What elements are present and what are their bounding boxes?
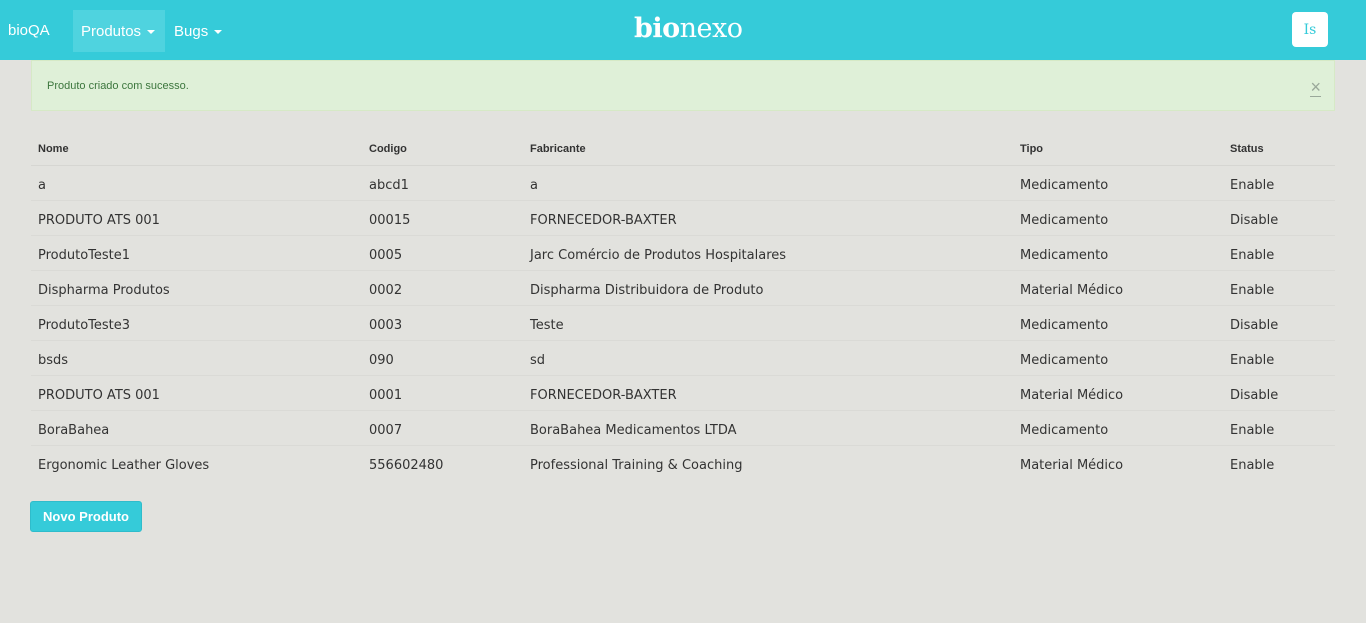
nav-bugs-dropdown[interactable]: Bugs [165, 10, 235, 52]
cell-codigo: 090 [369, 353, 394, 368]
cell-codigo: 0003 [369, 318, 403, 333]
caret-down-icon [147, 30, 156, 34]
cell-nome: Ergonomic Leather Gloves [38, 458, 210, 473]
header-tipo: Tipo [1020, 143, 1044, 155]
cell-codigo: 0007 [369, 423, 403, 438]
top-navbar: bioQA Produtos Bugs bionexo Is [0, 0, 1366, 60]
cell-codigo: abcd1 [369, 178, 409, 193]
cell-tipo: Medicamento [1020, 248, 1109, 263]
cell-fabricante: Jarc Comércio de Produtos Hospitalares [530, 248, 787, 263]
success-alert: Produto criado com sucesso. × [31, 60, 1335, 111]
close-icon[interactable]: × [1310, 78, 1321, 97]
brand-link[interactable]: bioQA [8, 22, 50, 39]
cell-codigo: 0002 [369, 283, 403, 298]
table-row[interactable]: Dispharma Produtos 0002 Dispharma Distri… [31, 271, 1335, 306]
cell-fabricante: BoraBahea Medicamentos LTDA [530, 423, 737, 438]
cell-fabricante: Teste [530, 318, 564, 333]
cell-nome: PRODUTO ATS 001 [38, 388, 160, 403]
cell-status: Disable [1230, 388, 1279, 403]
cell-status: Enable [1230, 423, 1275, 438]
cell-nome: BoraBahea [38, 423, 110, 438]
cell-fabricante: Professional Training & Coaching [530, 458, 743, 473]
nav-bugs-label: Bugs [174, 22, 209, 40]
cell-fabricante: sd [530, 353, 546, 368]
table-row[interactable]: PRODUTO ATS 001 00015 FORNECEDOR-BAXTER … [31, 201, 1335, 236]
cell-codigo: 0001 [369, 388, 403, 403]
cell-status: Enable [1230, 178, 1275, 193]
cell-fabricante: FORNECEDOR-BAXTER [530, 213, 677, 228]
nav-produtos-dropdown[interactable]: Produtos [73, 10, 165, 52]
header-fabricante: Fabricante [530, 143, 586, 155]
bionexo-logo: bionexo [634, 13, 743, 44]
cell-fabricante: Dispharma Distribuidora de Produto [530, 283, 764, 298]
table-row[interactable]: PRODUTO ATS 001 0001 FORNECEDOR-BAXTER M… [31, 376, 1335, 411]
table-header: Nome Codigo Fabricante Tipo Status [31, 132, 1335, 166]
logo-light-part: nexo [679, 13, 743, 44]
cell-status: Disable [1230, 318, 1279, 333]
cell-status: Enable [1230, 248, 1275, 263]
cell-fabricante: a [530, 178, 538, 193]
cell-tipo: Medicamento [1020, 178, 1109, 193]
cell-nome: ProdutoTeste1 [38, 248, 131, 263]
cell-codigo: 00015 [369, 213, 411, 228]
cell-nome: bsds [38, 353, 69, 368]
logo-bold-part: bio [634, 13, 680, 44]
table-row[interactable]: BoraBahea 0007 BoraBahea Medicamentos LT… [31, 411, 1335, 446]
header-status: Status [1230, 143, 1264, 155]
cell-nome: PRODUTO ATS 001 [38, 213, 160, 228]
table-row[interactable]: ProdutoTeste3 0003 Teste Medicamento Dis… [31, 306, 1335, 341]
cell-tipo: Medicamento [1020, 423, 1109, 438]
products-table: Nome Codigo Fabricante Tipo Status a abc… [31, 132, 1335, 481]
cell-tipo: Medicamento [1020, 353, 1109, 368]
caret-down-icon [214, 30, 223, 34]
nav-produtos-label: Produtos [81, 22, 142, 40]
cell-tipo: Medicamento [1020, 318, 1109, 333]
cell-nome: Dispharma Produtos [38, 283, 170, 298]
table-row[interactable]: a abcd1 a Medicamento Enable [31, 166, 1335, 201]
cell-status: Enable [1230, 353, 1275, 368]
cell-status: Enable [1230, 283, 1275, 298]
header-codigo: Codigo [369, 143, 407, 155]
cell-fabricante: FORNECEDOR-BAXTER [530, 388, 677, 403]
cell-status: Enable [1230, 458, 1275, 473]
cell-status: Disable [1230, 213, 1279, 228]
table-body: a abcd1 a Medicamento Enable PRODUTO ATS… [31, 166, 1335, 481]
novo-produto-button[interactable]: Novo Produto [30, 501, 142, 532]
alert-message: Produto criado com sucesso. [47, 80, 189, 92]
cell-tipo: Medicamento [1020, 213, 1109, 228]
cell-codigo: 0005 [369, 248, 403, 263]
cell-tipo: Material Médico [1020, 388, 1124, 403]
user-menu-button[interactable]: Is [1292, 12, 1328, 47]
cell-tipo: Material Médico [1020, 283, 1124, 298]
table-row[interactable]: bsds 090 sd Medicamento Enable [31, 341, 1335, 376]
header-nome: Nome [38, 143, 69, 155]
table-row[interactable]: ProdutoTeste1 0005 Jarc Comércio de Prod… [31, 236, 1335, 271]
cell-nome: ProdutoTeste3 [38, 318, 131, 333]
cell-tipo: Material Médico [1020, 458, 1124, 473]
cell-nome: a [38, 178, 46, 193]
cell-codigo: 556602480 [369, 458, 444, 473]
table-row[interactable]: Ergonomic Leather Gloves 556602480 Profe… [31, 446, 1335, 481]
